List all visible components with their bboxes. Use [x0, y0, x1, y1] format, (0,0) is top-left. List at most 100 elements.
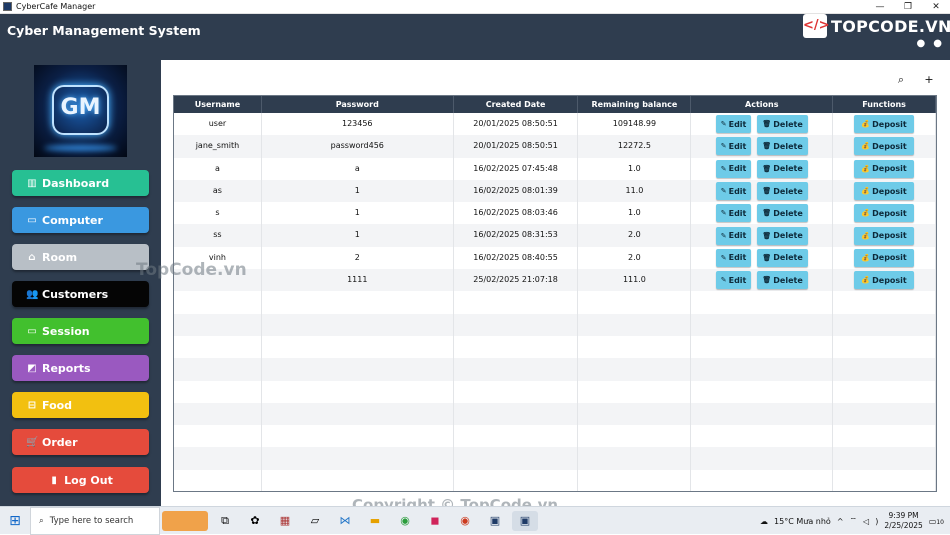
delete-button[interactable]: 🗑 Delete: [757, 204, 808, 223]
delete-button[interactable]: 🗑 Delete: [757, 271, 808, 290]
table-row: [174, 469, 936, 491]
close-button[interactable]: ✕: [922, 0, 950, 14]
sidebar-item-label: Computer: [42, 213, 103, 227]
window-controls: — ❐ ✕: [866, 0, 950, 14]
table-row[interactable]: as 1 16/02/2025 08:01:39 11.0 ✎ Edit 🗑 Delete 💰 D…: [174, 179, 936, 203]
user-icon[interactable]: ●: [933, 38, 942, 49]
table-row: [174, 380, 936, 403]
cell-functions: [833, 425, 936, 448]
sidebar-item-log-out[interactable]: ▮ Log Out: [12, 467, 149, 493]
delete-button[interactable]: 🗑 Delete: [757, 115, 808, 134]
column-header[interactable]: Created Date: [454, 96, 579, 113]
vscode-icon[interactable]: ⋈: [332, 511, 358, 531]
sidebar-item-computer[interactable]: ▭ Computer: [12, 207, 149, 233]
edit-button[interactable]: ✎ Edit: [715, 248, 752, 267]
volume-icon[interactable]: ◁: [863, 517, 869, 526]
notifications-icon[interactable]: ▭10: [929, 517, 944, 526]
delete-button[interactable]: 🗑 Delete: [757, 182, 808, 201]
clock[interactable]: 9:39 PM 2/25/2025: [884, 511, 922, 531]
cell-functions: [833, 358, 936, 381]
taskbar-search-input[interactable]: ⌕ Type here to search: [30, 506, 160, 535]
table-row[interactable]: jane_smith password456 20/01/2025 08:50:51…: [174, 135, 936, 158]
cell-functions: 💰 Deposit: [833, 179, 936, 203]
delete-button[interactable]: 🗑 Delete: [757, 248, 808, 267]
column-header[interactable]: Username: [174, 96, 262, 113]
edit-button[interactable]: ✎ Edit: [715, 115, 752, 134]
file-explorer-icon[interactable]: ▬: [362, 511, 388, 531]
deposit-icon: 💰: [861, 209, 871, 218]
deposit-icon: 💰: [861, 253, 871, 262]
table-row: [174, 291, 936, 314]
delete-button[interactable]: 🗑 Delete: [757, 159, 808, 178]
taskbar-app-icon[interactable]: ▣: [482, 511, 508, 531]
weather-icon: ☁: [760, 516, 769, 526]
column-header[interactable]: Remaining balance: [578, 96, 692, 113]
task-view-icon[interactable]: ⧉: [212, 511, 238, 531]
taskbar-app-icon[interactable]: ▱: [302, 511, 328, 531]
jetbrains-icon[interactable]: ◼: [422, 511, 448, 531]
table-row[interactable]: s 1 16/02/2025 08:03:46 1.0 ✎ Edit 🗑 Delete 💰 Dep…: [174, 202, 936, 225]
table-row: [174, 447, 936, 470]
edit-button[interactable]: ✎ Edit: [715, 137, 752, 156]
deposit-button[interactable]: 💰 Deposit: [854, 115, 914, 134]
toolbar: ⌕ +: [892, 72, 938, 88]
network-icon[interactable]: ⌔: [850, 516, 858, 526]
delete-button[interactable]: 🗑 Delete: [757, 137, 808, 156]
cell-password: [262, 425, 454, 448]
cybercafe-app-icon[interactable]: ▣: [512, 510, 538, 531]
deposit-button[interactable]: 💰 Deposit: [854, 226, 914, 245]
sidebar-item-food[interactable]: ⊟ Food: [12, 392, 149, 418]
windows-start-icon[interactable]: ⊞: [0, 513, 30, 529]
deposit-button[interactable]: 💰 Deposit: [854, 182, 914, 201]
chrome-icon[interactable]: ◉: [452, 511, 478, 531]
logo-glow: [44, 145, 117, 151]
bell-icon[interactable]: ●: [917, 38, 926, 49]
sidebar-item-reports[interactable]: ◩ Reports: [12, 355, 149, 381]
sidebar-item-order[interactable]: 🛒 Order: [12, 429, 149, 455]
sidebar-item-dashboard[interactable]: ▥ Dashboard: [12, 170, 149, 196]
maximize-button[interactable]: ❐: [894, 0, 922, 14]
minimize-button[interactable]: —: [866, 0, 894, 14]
sidebar-item-customers[interactable]: 👥 Customers: [12, 281, 149, 307]
delete-button[interactable]: 🗑 Delete: [757, 226, 808, 245]
cell-created: [454, 402, 579, 426]
sidebar-item-session[interactable]: ▭ Session: [12, 318, 149, 344]
taskbar-app-icon[interactable]: ▦: [272, 511, 298, 531]
search-icon[interactable]: ⌕: [892, 72, 910, 88]
table-row[interactable]: vinh 2 16/02/2025 08:40:55 2.0 ✎ Edit 🗑 Delete 💰…: [174, 246, 936, 270]
delete-icon: 🗑: [762, 142, 772, 151]
taskbar-app-icon[interactable]: ✿: [242, 511, 268, 531]
table-row[interactable]: 1111 25/02/2025 21:07:18 111.0 ✎ Edit 🗑 Delete…: [174, 269, 936, 292]
edit-button[interactable]: ✎ Edit: [715, 182, 752, 201]
system-tray: ☁ 15°C Mưa nhỏ ^ ⌔ ◁ ) 9:39 PM 2/25/2025…: [760, 507, 950, 535]
edit-button[interactable]: ✎ Edit: [715, 271, 752, 290]
cell-username: [174, 447, 262, 470]
edit-button[interactable]: ✎ Edit: [715, 159, 752, 178]
deposit-button[interactable]: 💰 Deposit: [854, 137, 914, 156]
table-row[interactable]: ss 1 16/02/2025 08:31:53 2.0 ✎ Edit 🗑 Delete 💰 De…: [174, 224, 936, 247]
deposit-button[interactable]: 💰 Deposit: [854, 248, 914, 267]
column-header[interactable]: Actions: [691, 96, 834, 113]
edit-button[interactable]: ✎ Edit: [715, 204, 752, 223]
table-row[interactable]: user 123456 20/01/2025 08:50:51 109148.99 ✎ E…: [174, 113, 936, 136]
deposit-button[interactable]: 💰 Deposit: [854, 204, 914, 223]
sidebar-item-room[interactable]: ⌂ Room: [12, 244, 149, 270]
edit-button[interactable]: ✎ Edit: [715, 226, 752, 245]
chrome-icon[interactable]: ◉: [392, 511, 418, 531]
speaker-icon[interactable]: ): [875, 517, 878, 526]
cell-password: 1111: [262, 269, 454, 292]
add-user-icon[interactable]: +: [920, 72, 938, 88]
cell-balance: 11.0: [578, 179, 692, 203]
taskbar-widget-icon[interactable]: [162, 510, 208, 531]
column-header[interactable]: Functions: [833, 96, 936, 113]
table-row[interactable]: a a 16/02/2025 07:45:48 1.0 ✎ Edit 🗑 Delete 💰 Dep…: [174, 157, 936, 180]
sidebar-item-icon: 👥: [26, 288, 39, 300]
deposit-button[interactable]: 💰 Deposit: [854, 159, 914, 178]
cell-created: 16/02/2025 08:40:55: [454, 246, 579, 270]
sidebar-item-icon: ▮: [51, 474, 57, 486]
window-title: CyberCafe Manager: [16, 2, 96, 11]
tray-chevron-icon[interactable]: ^: [837, 517, 844, 526]
column-header[interactable]: Password: [262, 96, 454, 113]
deposit-button[interactable]: 💰 Deposit: [854, 271, 914, 290]
brand-text: TOPCODE.VN: [831, 16, 950, 36]
